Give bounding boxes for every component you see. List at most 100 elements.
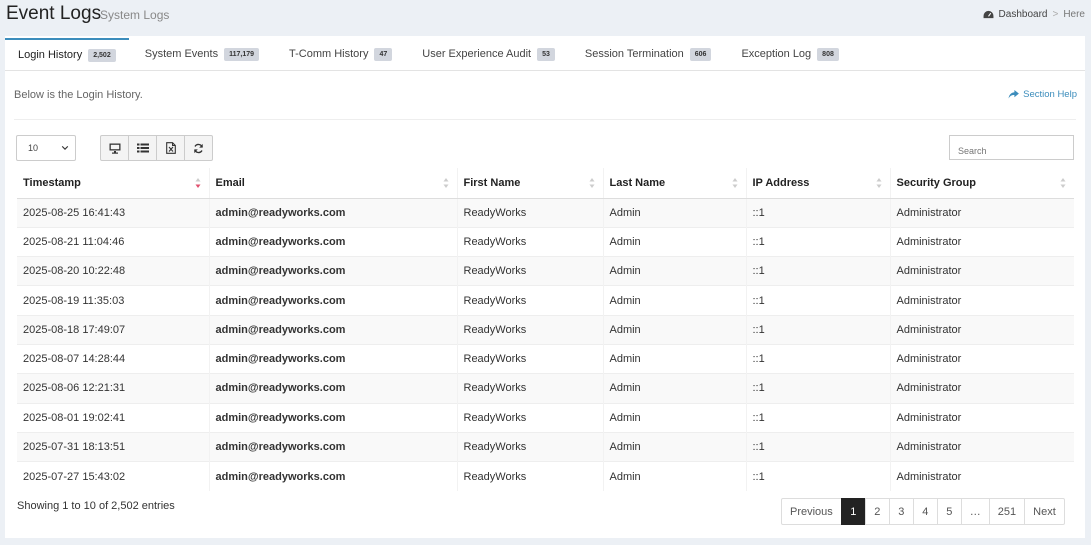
breadcrumb: Dashboard > Here bbox=[983, 9, 1085, 20]
column-header-first-name[interactable]: First Name bbox=[456, 168, 603, 199]
pagination-ellipsis: … bbox=[960, 498, 990, 525]
table-row[interactable]: 2025-08-25 16:41:43 admin@readyworks.com R… bbox=[17, 197, 1074, 228]
cell-security-group: Administrator bbox=[889, 343, 1074, 374]
cell-last-name: Admin bbox=[602, 226, 746, 257]
cell-timestamp: 2025-07-27 15:43:02 bbox=[17, 461, 209, 491]
pagination-page-last[interactable]: 251 bbox=[988, 498, 1026, 525]
tab-label: Login History bbox=[18, 49, 83, 61]
sort-icon bbox=[1060, 178, 1066, 188]
tab-count-badge: 2,502 bbox=[88, 48, 116, 62]
cell-timestamp: 2025-08-20 10:22:48 bbox=[17, 256, 209, 286]
cell-security-group: Administrator bbox=[889, 285, 1074, 316]
tab-exception-log[interactable]: Exception Log 808 bbox=[726, 38, 853, 70]
cell-last-name: Admin bbox=[602, 314, 746, 345]
pagination-page-4[interactable]: 4 bbox=[912, 498, 938, 525]
pagination-page-3[interactable]: 3 bbox=[888, 498, 914, 525]
cell-first-name: ReadyWorks bbox=[456, 226, 603, 257]
cell-ip-address: ::1 bbox=[745, 226, 890, 257]
dashboard-icon bbox=[983, 10, 993, 19]
table-info: Showing 1 to 10 of 2,502 entries bbox=[17, 500, 175, 512]
column-header-security-group[interactable]: Security Group bbox=[889, 168, 1074, 199]
breadcrumb-separator: > bbox=[1052, 9, 1059, 20]
search-input[interactable] bbox=[949, 135, 1074, 160]
cell-security-group: Administrator bbox=[889, 256, 1074, 286]
cell-first-name: ReadyWorks bbox=[456, 314, 603, 345]
list-view-button[interactable] bbox=[128, 135, 157, 161]
tab-user-experience-audit[interactable]: User Experience Audit 53 bbox=[407, 38, 570, 70]
tab-login-history[interactable]: Login History 2,502 bbox=[5, 38, 129, 70]
page-header: Event Logs System Logs Dashboard > Here bbox=[0, 0, 1091, 36]
table-row[interactable]: 2025-08-06 12:21:31 admin@readyworks.com R… bbox=[17, 373, 1074, 404]
table-row[interactable]: 2025-08-01 19:02:41 admin@readyworks.com R… bbox=[17, 402, 1074, 433]
refresh-button[interactable] bbox=[184, 135, 213, 161]
cell-first-name: ReadyWorks bbox=[456, 197, 603, 228]
table-row[interactable]: 2025-08-07 14:28:44 admin@readyworks.com R… bbox=[17, 343, 1074, 374]
tab-t-comm-history[interactable]: T-Comm History 47 bbox=[274, 38, 407, 70]
cell-email: admin@readyworks.com bbox=[208, 226, 457, 257]
pagination-next[interactable]: Next bbox=[1024, 498, 1065, 525]
cell-first-name: ReadyWorks bbox=[456, 461, 603, 491]
tab-count-badge: 53 bbox=[537, 47, 555, 61]
table-tools-group bbox=[100, 135, 213, 161]
column-header-timestamp[interactable]: Timestamp bbox=[17, 168, 209, 199]
cell-security-group: Administrator bbox=[889, 373, 1074, 404]
column-header-email[interactable]: Email bbox=[208, 168, 457, 199]
cell-ip-address: ::1 bbox=[745, 256, 890, 286]
pagination-page-5[interactable]: 5 bbox=[936, 498, 962, 525]
table-row[interactable]: 2025-07-27 15:43:02 admin@readyworks.com R… bbox=[17, 461, 1074, 491]
column-header-last-name[interactable]: Last Name bbox=[602, 168, 746, 199]
pagination-page-2[interactable]: 2 bbox=[864, 498, 890, 525]
cell-email: admin@readyworks.com bbox=[208, 373, 457, 404]
cell-security-group: Administrator bbox=[889, 314, 1074, 345]
breadcrumb-dashboard-link[interactable]: Dashboard bbox=[999, 9, 1048, 20]
pagination-previous[interactable]: Previous bbox=[781, 498, 842, 525]
column-visibility-button[interactable] bbox=[100, 135, 129, 161]
tab-session-termination[interactable]: Session Termination 606 bbox=[570, 38, 727, 70]
tab-count-badge: 47 bbox=[374, 47, 393, 61]
cell-ip-address: ::1 bbox=[745, 197, 890, 228]
cell-ip-address: ::1 bbox=[745, 373, 890, 404]
cell-security-group: Administrator bbox=[889, 431, 1074, 462]
column-header-label: IP Address bbox=[752, 176, 810, 189]
table-row[interactable]: 2025-08-18 17:49:07 admin@readyworks.com R… bbox=[17, 314, 1074, 345]
sort-icon bbox=[876, 178, 881, 188]
table-row[interactable]: 2025-08-19 11:35:03 admin@readyworks.com R… bbox=[17, 285, 1074, 316]
cell-timestamp: 2025-08-18 17:49:07 bbox=[17, 314, 209, 345]
cell-email: admin@readyworks.com bbox=[208, 314, 457, 345]
cell-ip-address: ::1 bbox=[745, 461, 890, 491]
column-header-ip-address[interactable]: IP Address bbox=[745, 168, 890, 199]
cell-last-name: Admin bbox=[602, 197, 746, 228]
cell-timestamp: 2025-07-31 18:13:51 bbox=[17, 431, 209, 462]
cell-security-group: Administrator bbox=[889, 402, 1074, 433]
cell-ip-address: ::1 bbox=[745, 314, 890, 345]
cell-first-name: ReadyWorks bbox=[456, 256, 603, 286]
export-button[interactable] bbox=[156, 135, 185, 161]
divider bbox=[14, 119, 1076, 120]
page-size-select[interactable]: 10 bbox=[16, 135, 76, 161]
cell-email: admin@readyworks.com bbox=[208, 197, 457, 228]
cell-last-name: Admin bbox=[602, 402, 746, 433]
refresh-icon bbox=[194, 143, 203, 153]
cell-timestamp: 2025-08-07 14:28:44 bbox=[17, 343, 209, 374]
table-row[interactable]: 2025-08-21 11:04:46 admin@readyworks.com R… bbox=[17, 226, 1074, 257]
page-title: Event Logs bbox=[6, 3, 102, 24]
cell-last-name: Admin bbox=[602, 461, 746, 491]
tab-count-badge: 117,179 bbox=[224, 47, 260, 61]
tab-system-events[interactable]: System Events 117,179 bbox=[129, 38, 274, 70]
section-help-link[interactable]: Section Help bbox=[1008, 89, 1077, 100]
tab-label: User Experience Audit bbox=[422, 48, 532, 60]
file-export-icon bbox=[165, 142, 176, 154]
cell-timestamp: 2025-08-21 11:04:46 bbox=[17, 226, 209, 257]
section-help-label: Section Help bbox=[1023, 89, 1077, 100]
cell-email: admin@readyworks.com bbox=[208, 431, 457, 462]
table-row[interactable]: 2025-08-20 10:22:48 admin@readyworks.com R… bbox=[17, 256, 1074, 286]
table-row[interactable]: 2025-07-31 18:13:51 admin@readyworks.com R… bbox=[17, 431, 1074, 462]
cell-ip-address: ::1 bbox=[745, 402, 890, 433]
pagination-page-1[interactable]: 1 bbox=[840, 498, 866, 525]
tab-bar: Login History 2,502 System Events 117,17… bbox=[5, 38, 1085, 71]
tab-label: T-Comm History bbox=[289, 48, 369, 60]
column-header-label: First Name bbox=[463, 176, 521, 189]
chevron-down-icon bbox=[61, 146, 69, 150]
page-subtitle: System Logs bbox=[100, 8, 170, 22]
cell-security-group: Administrator bbox=[889, 197, 1074, 228]
